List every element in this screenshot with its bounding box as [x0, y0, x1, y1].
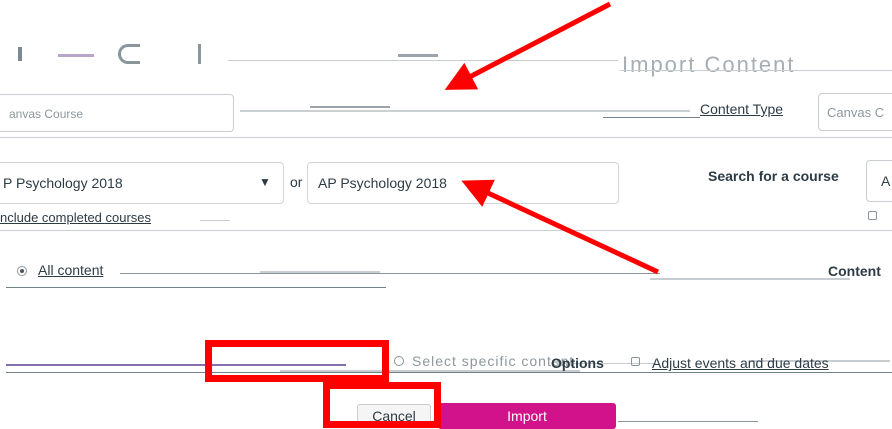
arrow-to-header: [444, 1, 612, 90]
highlight-box-cancel: [323, 382, 441, 428]
annotation-arrows: [444, 1, 660, 275]
arrow-to-search: [461, 179, 660, 275]
highlight-box-specific: [205, 340, 389, 382]
